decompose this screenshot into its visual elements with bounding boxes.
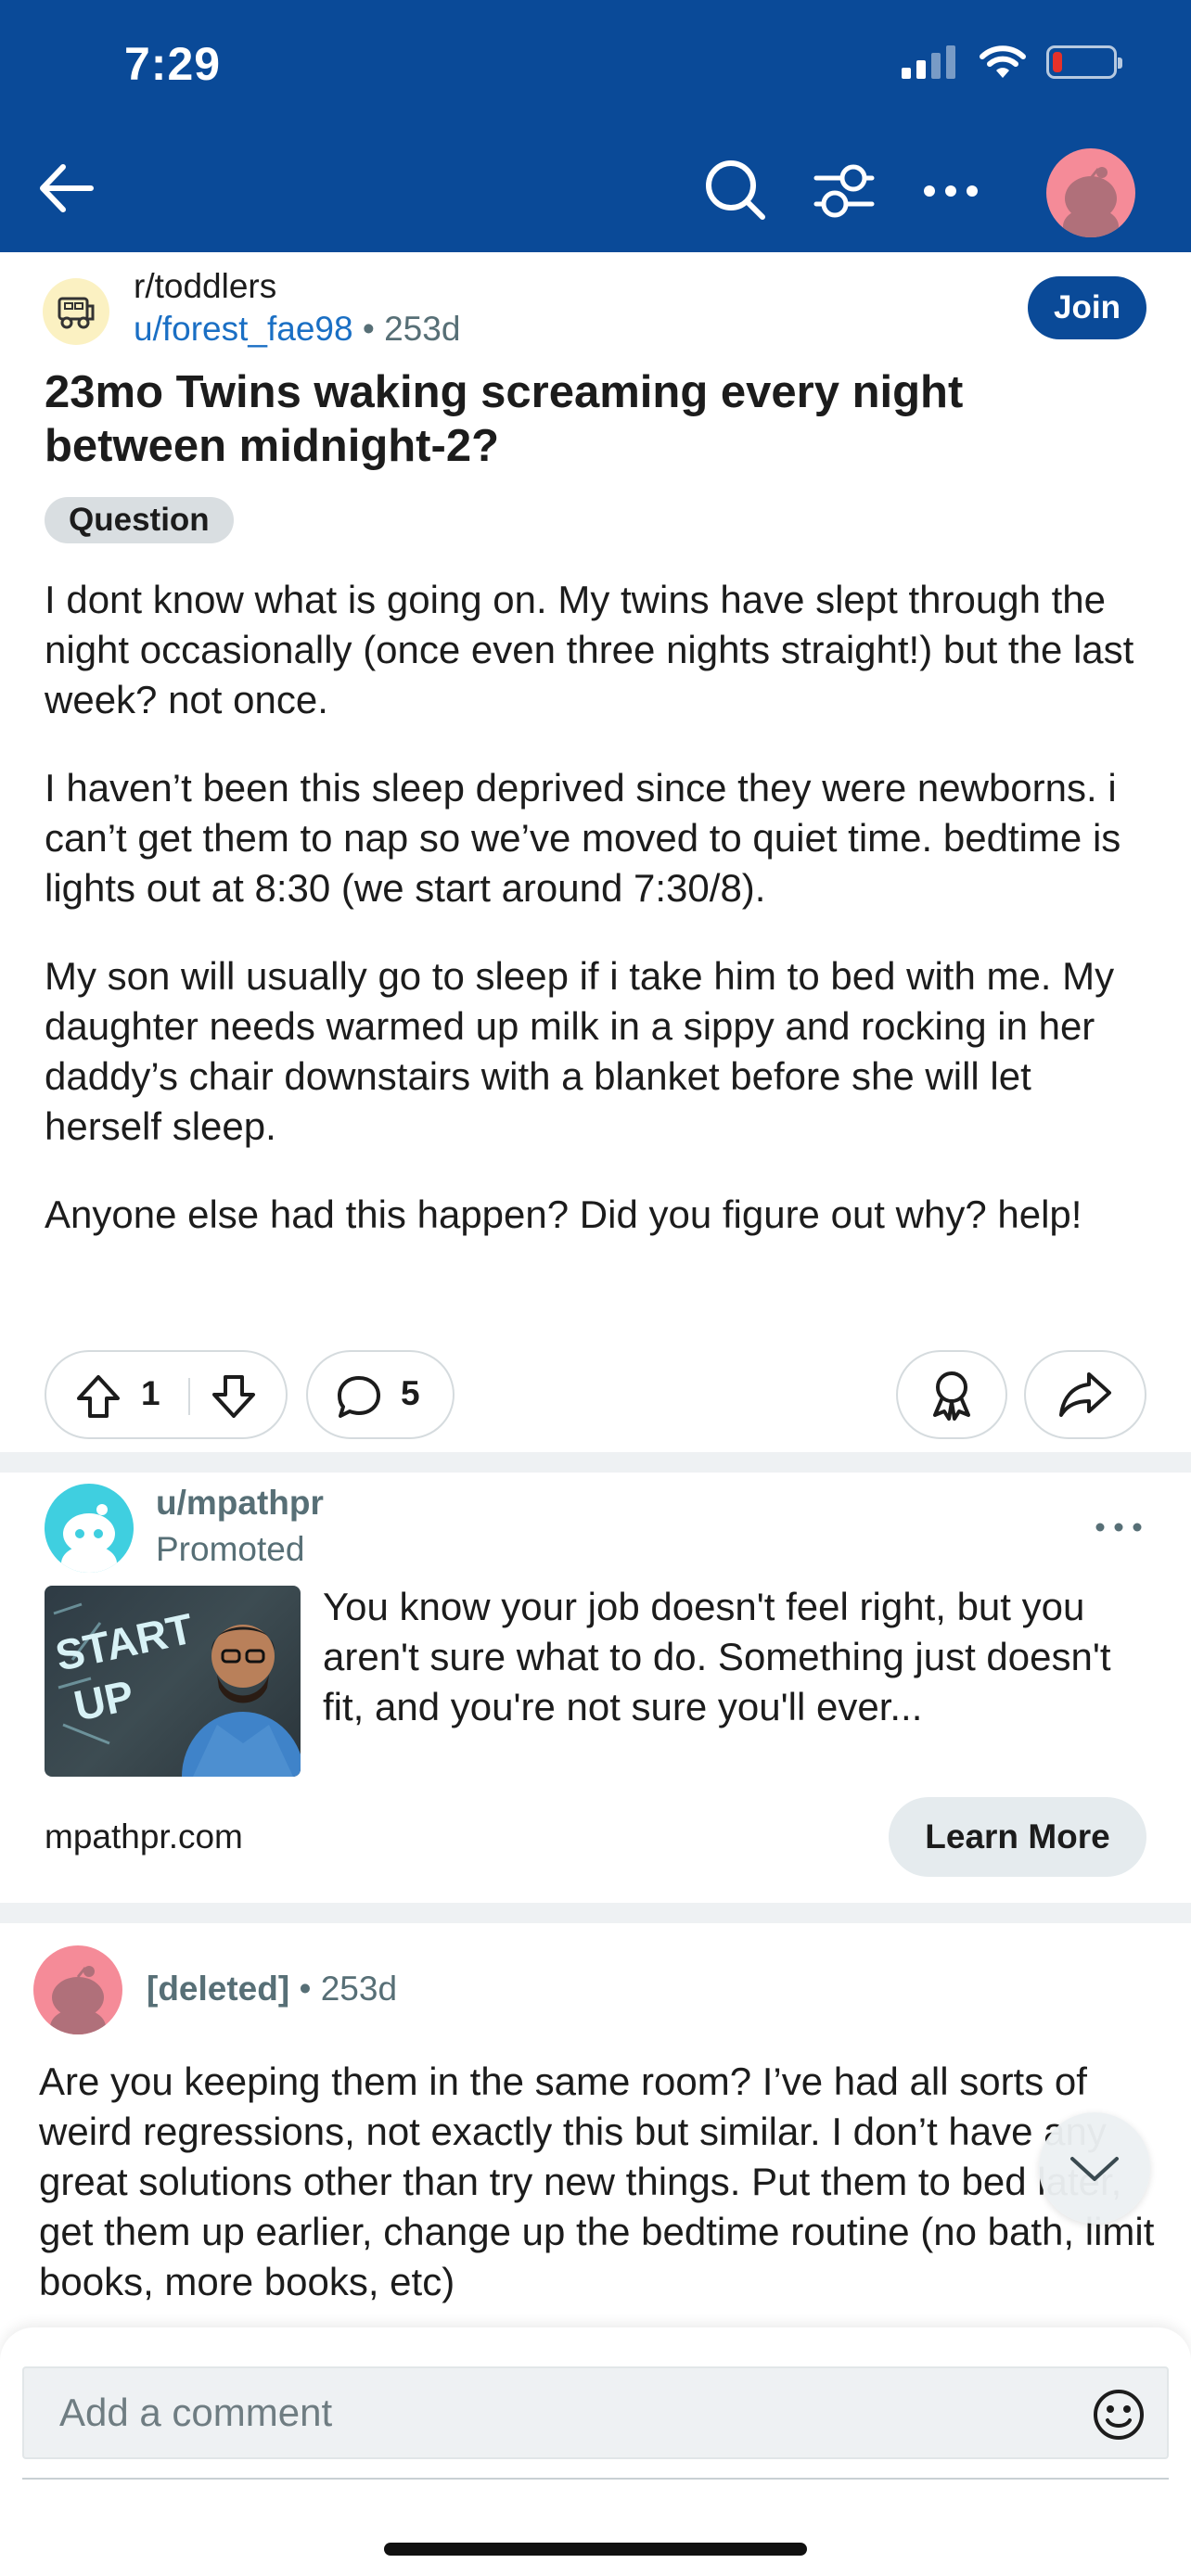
post-paragraph: Anyone else had this happen? Did you fig… — [45, 1192, 1082, 1236]
svg-text:UP: UP — [70, 1671, 137, 1730]
scroll-down-button[interactable] — [1039, 2112, 1150, 2224]
comment-count: 5 — [401, 1374, 420, 1412]
comment-text: Are you keeping them in the same room? I… — [39, 2060, 1155, 2303]
ad-image-text: START — [51, 1604, 197, 1680]
comment-composer — [0, 2327, 1191, 2576]
ad-image[interactable]: START UP — [45, 1586, 301, 1777]
ad-avatar[interactable] — [45, 1484, 134, 1573]
meta-separator: • — [299, 1970, 312, 2008]
comment-avatar[interactable] — [33, 1945, 122, 2034]
comment-input[interactable] — [59, 2368, 1043, 2457]
share-button[interactable] — [1024, 1350, 1146, 1439]
section-divider — [0, 1452, 1191, 1473]
post-author[interactable]: u/forest_fae98 — [134, 310, 353, 348]
comment-user[interactable]: [deleted] — [147, 1970, 289, 2008]
section-divider — [0, 1903, 1191, 1923]
ad-promoted-label: Promoted — [156, 1530, 305, 1568]
post-body: I dont know what is going on. My twins h… — [45, 575, 1158, 1278]
post-flair[interactable]: Question — [45, 497, 234, 543]
share-icon — [1059, 1372, 1111, 1417]
more-icon[interactable] — [918, 163, 983, 219]
post-age: 253d — [384, 310, 461, 348]
status-icons — [902, 45, 1122, 80]
vote-divider — [188, 1378, 190, 1415]
comment-age: 253d — [320, 1970, 398, 2008]
emoji-icon[interactable] — [1091, 2387, 1146, 2442]
subreddit-name[interactable]: r/toddlers — [134, 267, 276, 306]
wifi-icon — [980, 45, 1026, 78]
home-indicator[interactable] — [384, 2543, 807, 2556]
post-title: 23mo Twins waking screaming every night … — [45, 367, 964, 471]
top-header: 7:29 — [0, 0, 1191, 252]
chevron-down-icon — [1070, 2157, 1119, 2181]
post-paragraph: My son will usually go to sleep if i tak… — [45, 954, 1115, 1148]
avatar[interactable] — [1046, 148, 1135, 237]
upvote-icon[interactable] — [74, 1372, 122, 1421]
more-icon[interactable] — [1091, 1513, 1146, 1541]
ad-domain[interactable]: mpathpr.com — [45, 1817, 243, 1856]
vote-bar: 1 — [45, 1350, 288, 1439]
comments-button[interactable]: 5 — [306, 1350, 455, 1439]
filter-icon[interactable] — [811, 158, 877, 224]
subreddit-icon[interactable] — [43, 278, 109, 345]
comment-input-box[interactable] — [22, 2366, 1169, 2459]
composer-divider — [22, 2478, 1169, 2480]
signal-icon — [902, 45, 955, 79]
post-meta: u/forest_fae98 • 253d — [134, 310, 460, 349]
downvote-icon[interactable] — [210, 1372, 258, 1421]
search-icon[interactable] — [701, 156, 768, 223]
comment-icon — [338, 1376, 380, 1418]
award-icon — [933, 1371, 970, 1421]
meta-separator: • — [362, 310, 375, 348]
award-button[interactable] — [896, 1350, 1007, 1439]
status-time: 7:29 — [124, 38, 222, 90]
learn-more-button[interactable]: Learn More — [889, 1797, 1146, 1877]
vote-count: 1 — [141, 1374, 160, 1412]
battery-icon — [1046, 45, 1122, 79]
ad-text[interactable]: You know your job doesn't feel right, bu… — [323, 1582, 1158, 1732]
ad-user[interactable]: u/mpathpr — [156, 1484, 324, 1523]
post-paragraph: I dont know what is going on. My twins h… — [45, 578, 1134, 721]
comment-meta: [deleted] • 253d — [147, 1970, 397, 2009]
back-arrow-icon[interactable] — [33, 156, 98, 221]
post-paragraph: I haven’t been this sleep deprived since… — [45, 766, 1121, 910]
join-button[interactable]: Join — [1028, 276, 1146, 339]
